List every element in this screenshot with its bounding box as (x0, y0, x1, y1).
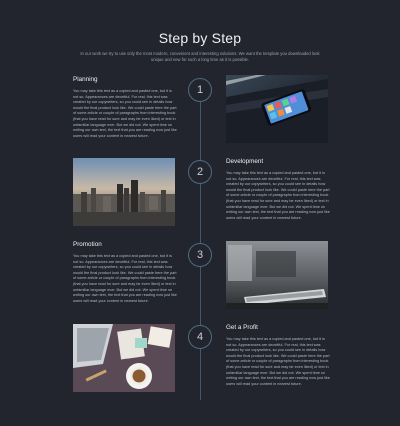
section-title: Step by Step (158, 30, 242, 46)
city-skyline-photo (73, 158, 175, 226)
step-4-number: 4 (188, 325, 212, 349)
step-1-title: Planning (73, 76, 98, 83)
keyboard-desk-photo (226, 241, 328, 309)
step-3-title: Promotion (73, 241, 102, 248)
section-subtitle: In our work we try to use only the most … (80, 51, 320, 62)
step-4-title: Get a Profit (226, 324, 258, 331)
workspace-coffee-photo (73, 324, 175, 392)
step-3-text: You may take this text as a copied and p… (73, 254, 177, 303)
step-3-number: 3 (188, 243, 212, 267)
step-1-text: You may take this text as a copied and p… (73, 89, 177, 138)
step-2-number: 2 (188, 160, 212, 184)
step-2-text: You may take this text as a copied and p… (226, 171, 330, 220)
timeline-line (200, 78, 201, 400)
step-4-text: You may take this text as a copied and p… (226, 337, 330, 386)
step-2-title: Development (226, 158, 264, 165)
phone-on-laptop-photo (226, 75, 328, 143)
step-1-number: 1 (188, 78, 212, 102)
